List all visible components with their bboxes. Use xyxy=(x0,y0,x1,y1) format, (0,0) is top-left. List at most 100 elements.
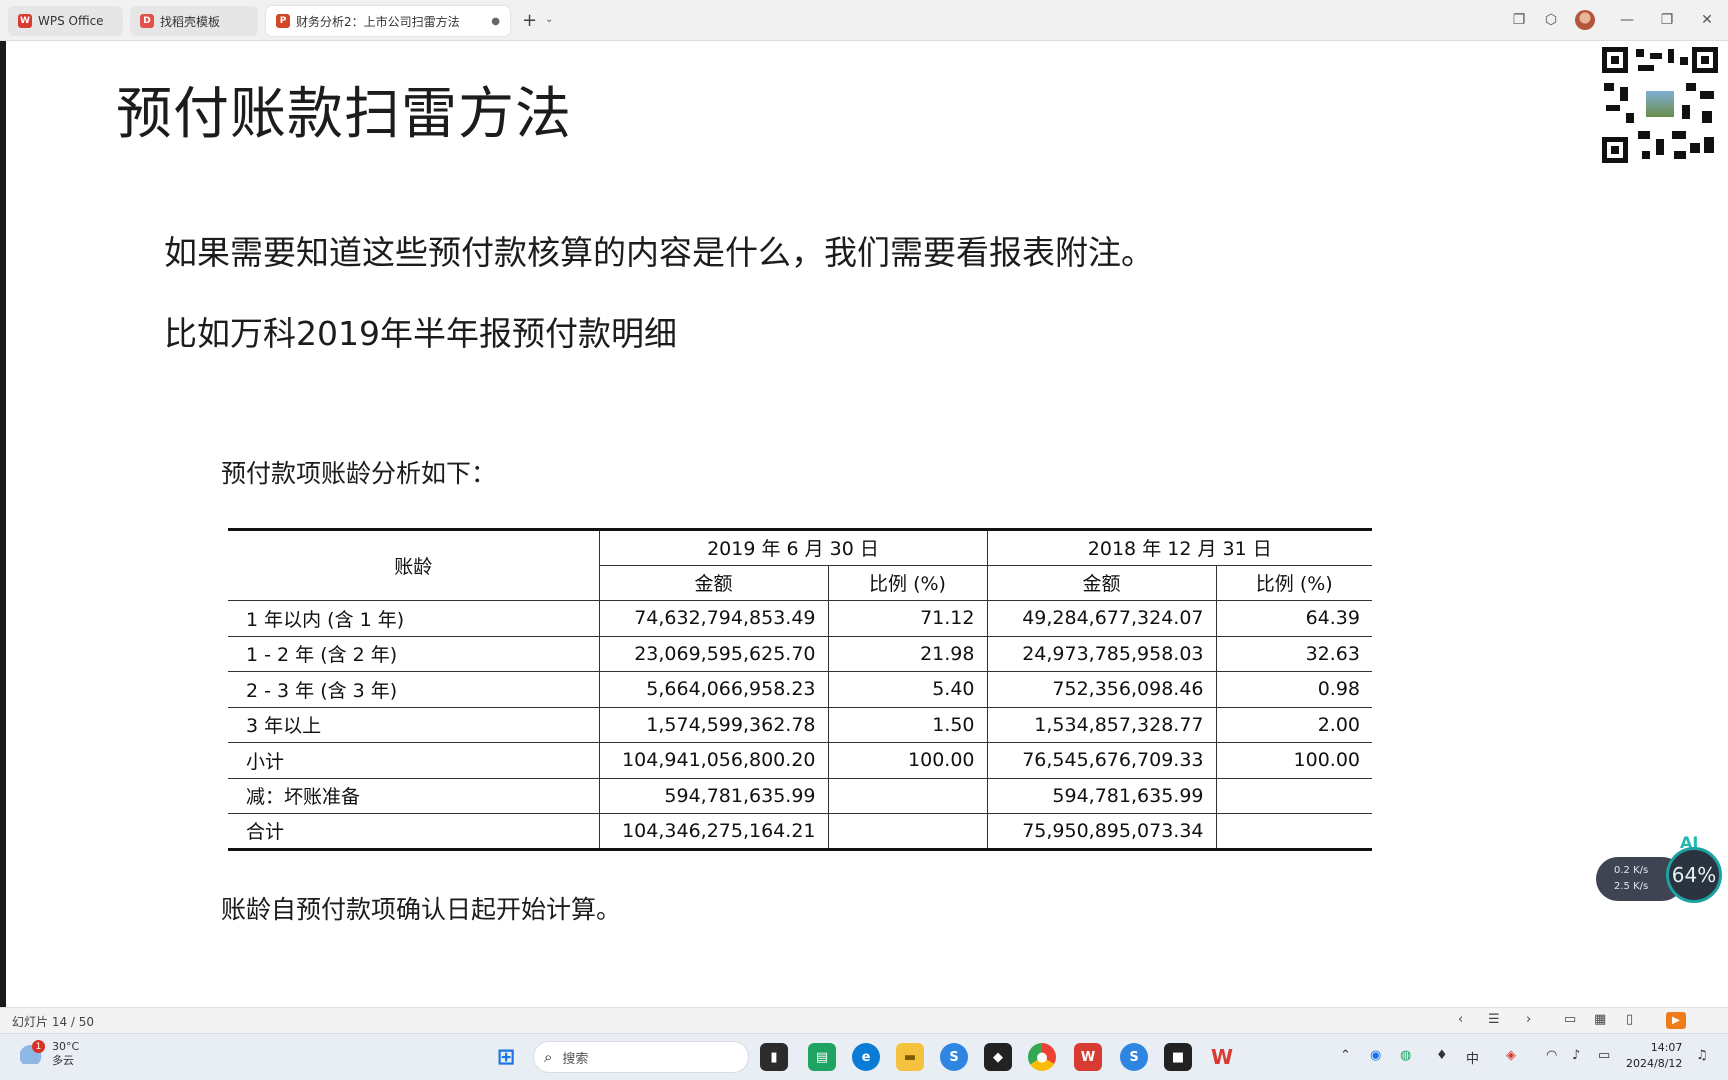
amount-2019: 594,781,635.99 xyxy=(598,777,829,814)
weather-desc: 多云 xyxy=(52,1054,74,1067)
normal-view-icon[interactable]: ▭ xyxy=(1564,1012,1576,1027)
row-label: 2 - 3 年 (含 3 年) xyxy=(228,671,600,708)
ratio-2019: 71.12 xyxy=(827,600,988,637)
cube-icon[interactable]: ⬡ xyxy=(1540,9,1562,31)
notification-bell-icon[interactable]: ♫ xyxy=(1696,1048,1708,1063)
sogou-icon[interactable]: S xyxy=(940,1043,968,1071)
wechat-icon[interactable]: ◍ xyxy=(1400,1048,1411,1063)
header-ratio: 比例 (%) xyxy=(1215,564,1372,601)
sogou-browser-icon[interactable]: S xyxy=(1120,1043,1148,1071)
reading-view-icon[interactable]: ▯ xyxy=(1626,1012,1633,1027)
tray-app-icon[interactable]: ◉ xyxy=(1370,1048,1381,1063)
clock-date: 2024/8/12 xyxy=(1626,1057,1683,1070)
ratio-2018: 32.63 xyxy=(1215,635,1372,672)
windows-start-icon[interactable]: ⊞ xyxy=(492,1043,520,1071)
clock-time: 14:07 xyxy=(1650,1041,1683,1054)
battery-icon[interactable]: ▭ xyxy=(1598,1048,1610,1063)
cloud-icon: 1 xyxy=(20,1040,46,1064)
search-icon: ⌕ xyxy=(544,1048,553,1066)
ratio-2018: 64.39 xyxy=(1215,600,1372,637)
chrome-icon[interactable]: ● xyxy=(1028,1043,1056,1071)
tab-label: WPS Office xyxy=(38,14,104,28)
minimize-icon[interactable]: — xyxy=(1616,9,1638,31)
tab-presentation-active[interactable]: P 财务分析2：上市公司扫雷方法 ● xyxy=(266,6,510,36)
tab-template[interactable]: D 找稻壳模板 xyxy=(130,6,258,36)
security-icon[interactable]: ◈ xyxy=(1506,1048,1516,1063)
row-label: 1 年以内 (含 1 年) xyxy=(228,600,600,637)
app-dark-icon[interactable]: ◆ xyxy=(984,1043,1012,1071)
file-explorer-icon[interactable]: ▬ xyxy=(896,1043,924,1071)
wps-office-icon[interactable]: W xyxy=(1208,1043,1236,1071)
ratio-2019: 100.00 xyxy=(827,742,988,779)
grid-view-icon[interactable]: ▦ xyxy=(1594,1012,1606,1027)
network-speed-widget[interactable]: AI 0.2 K/s 2.5 K/s 64% xyxy=(1596,833,1722,903)
ratio-2019: 21.98 xyxy=(827,635,988,672)
new-tab-plus-icon[interactable]: + xyxy=(522,10,537,31)
play-slideshow-icon[interactable]: ▶ xyxy=(1666,1012,1686,1029)
system-clock[interactable]: 14:07 2024/8/12 xyxy=(1626,1040,1682,1072)
tab-label: 财务分析2：上市公司扫雷方法 xyxy=(296,14,460,29)
microphone-icon[interactable]: ♦ xyxy=(1436,1048,1448,1063)
wifi-icon[interactable]: ◠ xyxy=(1546,1048,1557,1063)
paragraph-annotation-hint: 如果需要知道这些预付款核算的内容是什么，我们需要看报表附注。 xyxy=(164,233,1154,272)
table-footnote: 账龄自预付款项确认日起开始计算。 xyxy=(221,895,622,924)
amount-2019: 1,574,599,362.78 xyxy=(598,706,829,743)
prev-slide-icon[interactable]: ‹ xyxy=(1458,1012,1463,1027)
table-caption: 预付款项账龄分析如下： xyxy=(221,459,497,488)
amount-2018: 24,973,785,958.03 xyxy=(986,635,1217,672)
table-row: 1 - 2 年 (含 2 年) 23,069,595,625.70 21.98 … xyxy=(228,635,1372,672)
ratio-2018: 2.00 xyxy=(1215,706,1372,743)
table-row: 2 - 3 年 (含 3 年) 5,664,066,958.23 5.40 75… xyxy=(228,671,1372,708)
aging-table: 账龄 2019 年 6 月 30 日 2018 年 12 月 31 日 金额 比… xyxy=(228,528,1372,851)
windows-taskbar: 1 30°C 多云 ⊞ ⌕ 搜索 ▮ ▤ e ▬ S ◆ ● W S ■ W ⌃… xyxy=(0,1033,1728,1080)
table-row: 减：坏账准备 594,781,635.99 594,781,635.99 xyxy=(228,777,1372,814)
chevron-down-icon[interactable]: ⌄ xyxy=(545,14,553,25)
outline-list-icon[interactable]: ☰ xyxy=(1488,1012,1500,1027)
volume-icon[interactable]: ♪ xyxy=(1572,1048,1580,1063)
tab-close-icon[interactable]: ● xyxy=(491,16,500,27)
row-label: 减：坏账准备 xyxy=(228,777,600,814)
ratio-2019 xyxy=(827,813,988,850)
amount-2018: 76,545,676,709.33 xyxy=(986,742,1217,779)
ratio-2019: 1.50 xyxy=(827,706,988,743)
header-amount: 金额 xyxy=(986,564,1217,601)
task-view-icon[interactable]: ▮ xyxy=(760,1043,788,1071)
weather-widget[interactable]: 1 30°C 多云 xyxy=(20,1040,79,1068)
qr-code xyxy=(1602,47,1718,163)
table-row: 1 年以内 (含 1 年) 74,632,794,853.49 71.12 49… xyxy=(228,600,1372,637)
amount-2018: 1,534,857,328.77 xyxy=(986,706,1217,743)
row-label: 1 - 2 年 (含 2 年) xyxy=(228,635,600,672)
ime-indicator[interactable]: 中 xyxy=(1466,1048,1479,1067)
table-header-row: 账龄 2019 年 6 月 30 日 2018 年 12 月 31 日 xyxy=(228,529,1372,601)
wps-taskbar-icon[interactable]: W xyxy=(1074,1043,1102,1071)
close-icon[interactable]: ✕ xyxy=(1696,9,1718,31)
header-amount: 金额 xyxy=(599,564,829,601)
table-row: 合计 104,346,275,164.21 75,950,895,073.34 xyxy=(228,813,1372,850)
table-row: 3 年以上 1,574,599,362.78 1.50 1,534,857,32… xyxy=(228,706,1372,743)
header-period-2019: 2019 年 6 月 30 日 xyxy=(598,529,988,566)
tab-wps-office[interactable]: W WPS Office xyxy=(8,6,123,36)
restore-icon[interactable]: ❐ xyxy=(1656,9,1678,31)
taskbar-search[interactable]: ⌕ 搜索 xyxy=(533,1041,749,1073)
store-icon[interactable]: ▤ xyxy=(808,1043,836,1071)
presentation-logo-icon: P xyxy=(276,14,290,28)
next-slide-icon[interactable]: › xyxy=(1526,1012,1531,1027)
browser-tab-bar: W WPS Office D 找稻壳模板 P 财务分析2：上市公司扫雷方法 ● … xyxy=(0,0,1728,41)
ratio-2018: 100.00 xyxy=(1215,742,1372,779)
slide-counter: 幻灯片 14 / 50 xyxy=(12,1015,95,1029)
slide-title: 预付账款扫雷方法 xyxy=(116,82,572,147)
window-layout-icon[interactable]: ❐ xyxy=(1508,9,1530,31)
row-label: 3 年以上 xyxy=(228,706,600,743)
ratio-2019: 5.40 xyxy=(827,671,988,708)
wps-logo-icon: W xyxy=(18,14,32,28)
row-label: 小计 xyxy=(228,742,600,779)
amount-2018: 594,781,635.99 xyxy=(986,777,1217,814)
amount-2019: 104,941,056,800.20 xyxy=(598,742,829,779)
docer-logo-icon: D xyxy=(140,14,154,28)
video-recorder-icon[interactable]: ■ xyxy=(1164,1043,1192,1071)
avatar[interactable] xyxy=(1574,9,1596,31)
amount-2018: 752,356,098.46 xyxy=(986,671,1217,708)
chevron-up-icon[interactable]: ⌃ xyxy=(1340,1048,1351,1063)
edge-browser-icon[interactable]: e xyxy=(852,1043,880,1071)
amount-2018: 75,950,895,073.34 xyxy=(986,813,1217,850)
